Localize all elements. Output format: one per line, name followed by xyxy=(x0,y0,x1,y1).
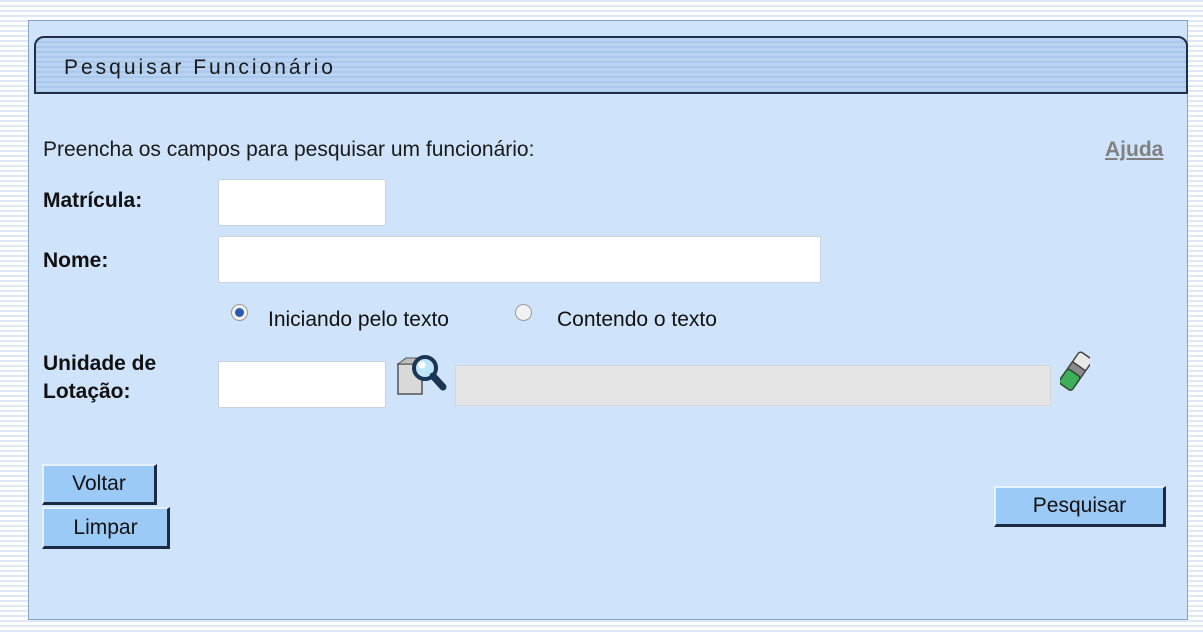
nome-input[interactable] xyxy=(218,236,821,283)
instruction-text: Preencha os campos para pesquisar um fun… xyxy=(43,138,535,161)
unidade-code-input[interactable] xyxy=(218,361,386,408)
nome-label: Nome: xyxy=(43,249,109,272)
unidade-label-line1: Unidade de xyxy=(43,352,157,375)
help-link[interactable]: Ajuda xyxy=(1105,138,1163,162)
radio-iniciando-label: Iniciando pelo texto xyxy=(268,308,449,331)
radio-iniciando[interactable] xyxy=(231,304,248,321)
matricula-input[interactable] xyxy=(218,179,386,226)
page-title: Pesquisar Funcionário xyxy=(64,56,336,79)
magnifier-search-icon[interactable] xyxy=(396,350,448,400)
voltar-button[interactable]: Voltar xyxy=(42,464,157,505)
unidade-label-line2: Lotação: xyxy=(43,380,131,403)
pesquisar-button[interactable]: Pesquisar xyxy=(994,486,1166,527)
unidade-label: Unidade de Lotação: xyxy=(43,350,156,406)
matricula-label: Matrícula: xyxy=(43,189,143,212)
limpar-button[interactable]: Limpar xyxy=(42,507,170,549)
radio-contendo[interactable] xyxy=(515,304,532,321)
eraser-icon[interactable] xyxy=(1060,349,1090,395)
unidade-description-field xyxy=(455,365,1051,406)
panel-header: Pesquisar Funcionário xyxy=(34,36,1188,94)
radio-contendo-label: Contendo o texto xyxy=(557,308,717,331)
